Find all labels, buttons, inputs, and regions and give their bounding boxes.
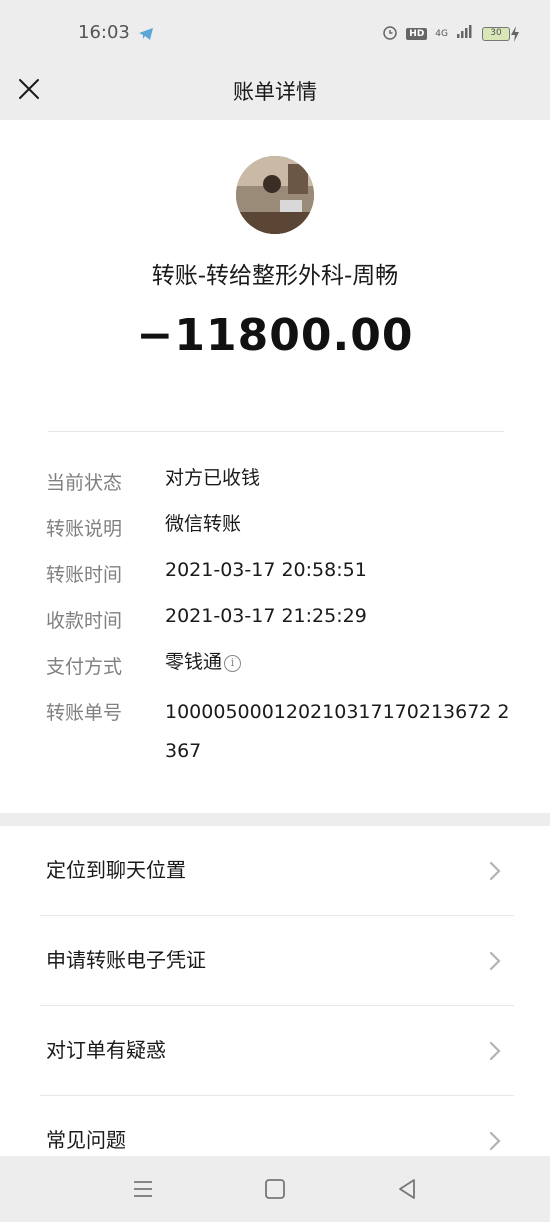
action-list: 定位到聊天位置 申请转账电子凭证 对订单有疑惑 常见问题 bbox=[0, 826, 550, 1156]
alarm-icon bbox=[382, 24, 398, 43]
nav-bar: 账单详情 bbox=[0, 64, 550, 120]
detail-label: 当前状态 bbox=[46, 472, 123, 494]
request-voucher-button[interactable]: 申请转账电子凭证 bbox=[0, 916, 550, 1006]
chevron-right-icon bbox=[489, 861, 501, 881]
info-icon[interactable]: i bbox=[224, 655, 242, 672]
transaction-amount: −11800.00 bbox=[136, 310, 414, 361]
detail-value: 2021-03-17 20:58:51 bbox=[165, 559, 367, 581]
detail-label: 转账单号 bbox=[46, 702, 123, 724]
action-label: 对订单有疑惑 bbox=[46, 1038, 166, 1062]
transaction-title: 转账-转给整形外科-周畅 bbox=[151, 263, 399, 289]
status-time: 16:03 bbox=[78, 22, 130, 43]
detail-value-wrap: 零钱通 i bbox=[165, 647, 510, 677]
hd-badge: HD bbox=[406, 27, 428, 40]
action-label: 定位到聊天位置 bbox=[46, 858, 186, 882]
detail-value: 零钱通 bbox=[165, 651, 223, 673]
system-nav-bar bbox=[0, 1156, 550, 1222]
signal-icon bbox=[456, 25, 474, 42]
menu-icon bbox=[134, 1181, 152, 1197]
order-question-button[interactable]: 对订单有疑惑 bbox=[0, 1006, 550, 1096]
home-button[interactable] bbox=[260, 1174, 290, 1204]
detail-label: 转账说明 bbox=[46, 518, 123, 540]
detail-value: 2021-03-17 21:25:29 bbox=[165, 605, 367, 627]
detail-value: 100005000120210317170213672 2367 bbox=[165, 701, 510, 762]
detail-label: 转账时间 bbox=[46, 564, 123, 586]
action-label: 申请转账电子凭证 bbox=[46, 948, 206, 972]
locate-chat-button[interactable]: 定位到聊天位置 bbox=[0, 826, 550, 916]
bill-detail-card: 转账-转给整形外科-周畅 −11800.00 当前状态 对方已收钱 转账说明 微… bbox=[0, 120, 550, 813]
action-label: 常见问题 bbox=[46, 1128, 126, 1152]
chevron-right-icon bbox=[489, 1131, 501, 1151]
telegram-icon bbox=[138, 26, 154, 45]
detail-label: 收款时间 bbox=[46, 610, 123, 632]
detail-value: 微信转账 bbox=[165, 513, 242, 535]
menu-button[interactable] bbox=[128, 1174, 158, 1204]
detail-value: 对方已收钱 bbox=[165, 467, 261, 489]
avatar[interactable] bbox=[236, 156, 314, 234]
status-icons: HD 4G 30 bbox=[382, 24, 520, 43]
status-bar: 16:03 HD 4G 30 bbox=[0, 0, 550, 64]
chevron-right-icon bbox=[489, 1041, 501, 1061]
divider bbox=[48, 431, 504, 432]
network-label: 4G bbox=[435, 28, 448, 39]
battery-level: 30 bbox=[482, 26, 510, 41]
battery-icon: 30 bbox=[482, 25, 520, 42]
back-button[interactable] bbox=[392, 1174, 422, 1204]
page-title: 账单详情 bbox=[233, 80, 317, 104]
detail-label: 支付方式 bbox=[46, 656, 123, 678]
chevron-right-icon bbox=[489, 951, 501, 971]
back-icon bbox=[399, 1179, 415, 1199]
home-icon bbox=[265, 1179, 285, 1199]
